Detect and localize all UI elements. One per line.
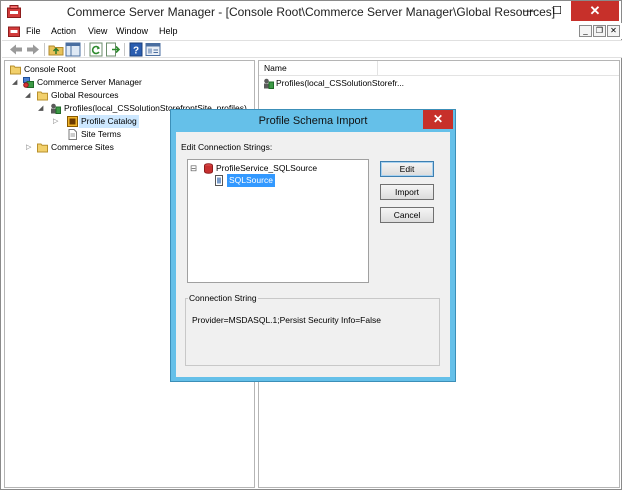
expand-caret-icon[interactable]: ▷	[53, 115, 58, 128]
menu-file[interactable]: File	[26, 23, 41, 39]
child-minimize-button[interactable]: _	[579, 25, 592, 37]
toolbar-separator	[124, 43, 125, 56]
database-icon	[204, 163, 213, 174]
help-icon[interactable]: ?	[128, 42, 144, 57]
expand-caret-icon[interactable]: ▷	[26, 141, 31, 154]
main-window: Commerce Server Manager - [Console Root\…	[0, 0, 622, 490]
tree-item-label: Global Resources	[51, 90, 119, 100]
dialog-close-button[interactable]: ✕	[423, 110, 453, 129]
connection-string-value: Provider=MSDASQL.1;Persist Security Info…	[192, 315, 381, 325]
tree-item-console-root[interactable]: Console Root	[8, 63, 248, 76]
connection-string-label: Connection String	[188, 293, 258, 303]
collapse-caret-icon[interactable]: ◢	[25, 89, 30, 102]
tree-item-label-selected: SQLSource	[227, 174, 275, 187]
close-button[interactable]: ✕	[571, 1, 619, 21]
toolbar: ?	[2, 40, 622, 58]
collapse-caret-icon[interactable]: ◢	[38, 102, 43, 115]
profiles-icon	[51, 103, 61, 114]
svg-text:?: ?	[133, 46, 139, 57]
folder-icon	[37, 91, 48, 101]
edit-connection-strings-label: Edit Connection Strings:	[181, 142, 273, 152]
refresh-icon[interactable]	[88, 42, 104, 57]
folder-icon	[37, 143, 48, 153]
dialog-body: Edit Connection Strings: ⊟ ProfileServic…	[176, 132, 450, 377]
up-folder-icon[interactable]	[48, 42, 64, 57]
menu-action[interactable]: Action	[51, 23, 76, 39]
profile-schema-import-dialog: Profile Schema Import ✕ Edit Connection …	[170, 109, 456, 382]
column-divider[interactable]	[377, 61, 378, 75]
toolbar-separator	[44, 43, 45, 56]
list-item[interactable]: Profiles(local_CSSolutionStorefr...	[262, 77, 462, 90]
data-source-icon	[215, 175, 223, 186]
menu-window[interactable]: Window	[116, 23, 148, 39]
tree-item-label: Commerce Sites	[51, 142, 114, 152]
collapse-caret-icon[interactable]: ◢	[12, 76, 17, 89]
profiles-icon	[264, 78, 274, 89]
menu-view[interactable]: View	[88, 23, 107, 39]
tree-item-label: Site Terms	[81, 129, 121, 139]
list-header: Name	[259, 61, 619, 76]
title-bar[interactable]: Commerce Server Manager - [Console Root\…	[1, 1, 621, 23]
list-item-label: Profiles(local_CSSolutionStorefr...	[276, 78, 405, 88]
connection-string-group	[185, 298, 440, 366]
cancel-button[interactable]: Cancel	[380, 207, 434, 223]
back-arrow-icon[interactable]	[8, 42, 24, 57]
mmc-document-icon[interactable]	[8, 25, 20, 37]
forward-arrow-icon[interactable]	[25, 42, 41, 57]
column-header-name[interactable]: Name	[264, 61, 287, 76]
collapse-toggle-icon[interactable]: ⊟	[190, 162, 197, 175]
document-icon	[68, 129, 77, 140]
catalog-icon	[67, 116, 78, 127]
tree-item-sqlsource[interactable]: SQLSource	[214, 174, 354, 187]
show-hide-tree-icon[interactable]	[65, 42, 81, 57]
export-list-icon[interactable]	[105, 42, 121, 57]
folder-icon	[10, 65, 21, 75]
tree-item-global-resources[interactable]: ◢ Global Resources	[8, 89, 248, 102]
edit-button[interactable]: Edit	[380, 161, 434, 177]
tree-item-label: Profile Catalog	[79, 115, 139, 128]
import-button[interactable]: Import	[380, 184, 434, 200]
menu-bar: File Action View Window Help _ ❐ ✕	[2, 23, 622, 39]
tree-item-label: Console Root	[24, 64, 76, 74]
tree-item-commerce-server-manager[interactable]: ◢ Commerce Server Manager	[8, 76, 248, 89]
child-close-button[interactable]: ✕	[607, 25, 620, 37]
properties-icon[interactable]	[145, 42, 161, 57]
tree-item-label: Commerce Server Manager	[37, 77, 142, 87]
child-restore-button[interactable]: ❐	[593, 25, 606, 37]
menu-help[interactable]: Help	[159, 23, 178, 39]
connection-strings-tree[interactable]: ⊟ ProfileService_SQLSource SQLSource	[187, 159, 369, 283]
server-manager-icon	[23, 77, 34, 88]
minimize-button[interactable]: —	[515, 1, 543, 21]
maximize-button[interactable]: ☐	[543, 1, 571, 21]
dialog-title[interactable]: Profile Schema Import	[171, 110, 455, 132]
toolbar-separator	[84, 43, 85, 56]
